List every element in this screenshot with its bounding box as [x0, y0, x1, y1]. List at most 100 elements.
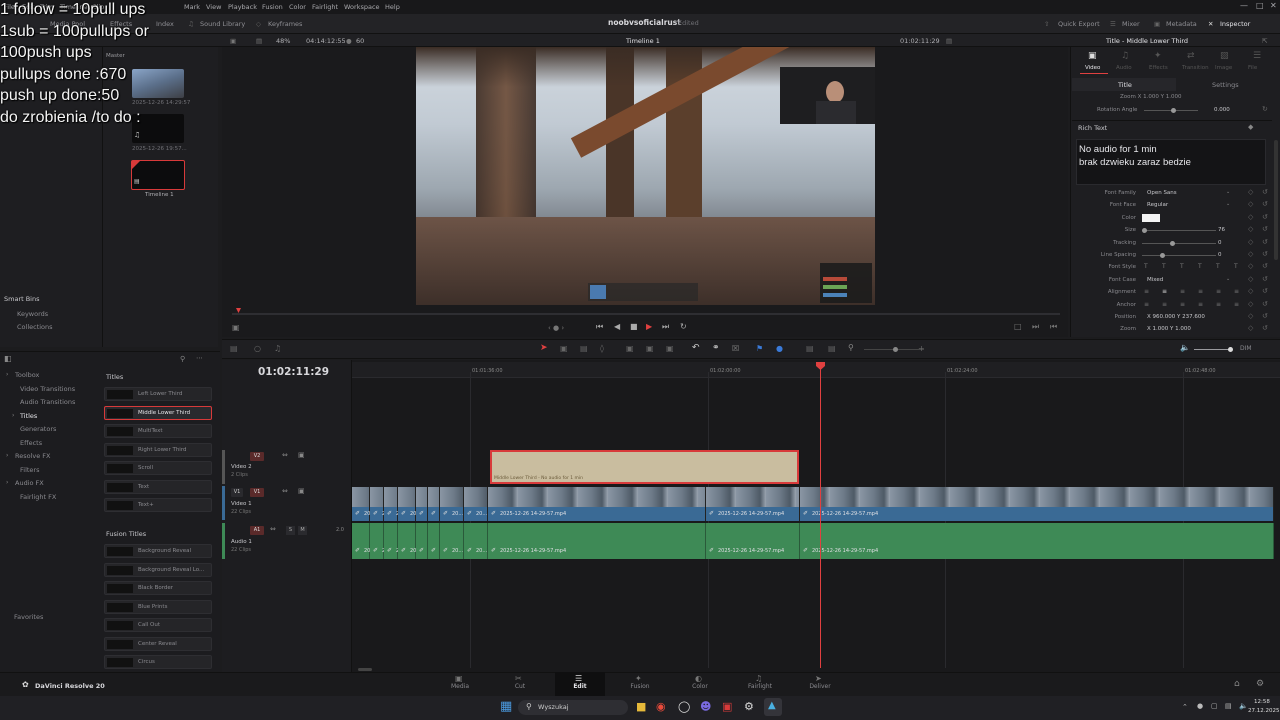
property-value[interactable]: Mixed	[1147, 277, 1163, 283]
settings-subtab[interactable]: Settings	[1212, 81, 1239, 89]
overwrite-clip-icon[interactable]: ▣	[646, 344, 654, 353]
format-option-icon[interactable]: ≡	[1234, 288, 1239, 295]
marker-icon[interactable]: ●	[776, 344, 783, 353]
view-options-icon[interactable]: ○	[254, 344, 261, 353]
fusion-title-item[interactable]: Call Out	[104, 618, 212, 632]
format-option-icon[interactable]: T	[1162, 263, 1166, 270]
audio-clip[interactable]: ✐20...	[398, 523, 421, 559]
format-option-icon[interactable]: ≡	[1162, 288, 1167, 295]
fusion-title-item[interactable]: Background Reveal	[104, 544, 212, 558]
page-tab-fusion[interactable]: Fusion	[615, 683, 665, 690]
mic-icon[interactable]: ●	[1197, 702, 1203, 710]
home-icon[interactable]: ⌂	[1234, 679, 1240, 689]
page-tab-cut[interactable]: Cut	[495, 683, 545, 690]
format-option-icon[interactable]: T	[1216, 263, 1220, 270]
video-clip[interactable]: ✐20...	[398, 487, 421, 521]
toolbox-item[interactable]: Video Transitions	[20, 385, 75, 393]
keyframe-icon[interactable]: ◇	[1248, 262, 1253, 270]
toolbox-item[interactable]: Titles	[20, 412, 37, 420]
format-option-icon[interactable]: ≡	[1144, 301, 1149, 308]
project-settings-icon[interactable]: ⚙	[1256, 679, 1264, 689]
keyframe-icon[interactable]: ◇	[1248, 275, 1253, 283]
format-option-icon[interactable]: ≡	[1198, 301, 1203, 308]
video-clip[interactable]: ✐ 2025-12-26 14-29-57.mp4	[488, 487, 706, 521]
menu-color[interactable]: Color	[289, 3, 306, 11]
loop-icon[interactable]: ↻	[680, 322, 687, 331]
solo-button[interactable]: S	[286, 526, 295, 535]
zoom-slider-handle[interactable]	[893, 347, 898, 352]
track-name[interactable]: Video 2	[231, 464, 252, 470]
menu-view[interactable]: View	[206, 3, 221, 11]
toolbox-item[interactable]: Effects	[20, 439, 42, 447]
position-lock-icon[interactable]: ☒	[732, 344, 739, 353]
audio-clip[interactable]: ✐20...	[352, 523, 375, 559]
replace-clip-icon[interactable]: ▣	[666, 344, 674, 353]
stop-icon[interactable]: ■	[630, 322, 638, 331]
format-option-icon[interactable]: ≡	[1234, 301, 1239, 308]
language-icon[interactable]: ▢	[1211, 702, 1218, 710]
toolbox-item[interactable]: Audio Transitions	[20, 398, 75, 406]
menu-playback[interactable]: Playback	[228, 3, 257, 11]
format-option-icon[interactable]: ≡	[1144, 288, 1149, 295]
track-id-badge[interactable]: V2	[250, 452, 264, 461]
reset-icon[interactable]: ↺	[1262, 188, 1268, 196]
format-option-icon[interactable]: ≡	[1162, 301, 1167, 308]
close-icon[interactable]: ✕	[1270, 1, 1277, 10]
chevron-right-icon[interactable]: ›	[6, 371, 8, 378]
video-clip[interactable]: ✐20...	[464, 487, 488, 521]
dim-button[interactable]: DIM	[1240, 345, 1252, 352]
volume-icon[interactable]: 🔈	[1239, 702, 1248, 710]
prev-edit-icon[interactable]: ⏮	[1050, 322, 1057, 332]
slider-handle[interactable]	[1160, 253, 1165, 258]
zoom-level[interactable]: 48%	[276, 37, 290, 45]
reset-icon[interactable]: ↺	[1262, 287, 1268, 295]
keyframe-icon[interactable]: ◇	[1248, 188, 1253, 196]
keyframe-icon[interactable]: ◇	[1248, 287, 1253, 295]
property-value[interactable]: 0	[1218, 240, 1222, 246]
speaker-icon[interactable]: 🔈	[1180, 343, 1190, 352]
property-value[interactable]: 0	[1218, 252, 1222, 258]
track-view-icon[interactable]: ▣	[298, 451, 305, 459]
page-tab-color[interactable]: Color	[675, 683, 725, 690]
video-clip[interactable]: ✐ 2025-12-26 14-29-57.mp4	[706, 487, 800, 521]
sound-library-tab[interactable]: Sound Library	[200, 20, 245, 28]
quick-export-button[interactable]: Quick Export	[1058, 20, 1100, 28]
track-name[interactable]: Audio 1	[231, 539, 252, 545]
slider-handle[interactable]	[1170, 240, 1175, 246]
trim-tool-icon[interactable]: ▣	[560, 344, 568, 353]
snapping-icon[interactable]: ↶	[692, 343, 700, 353]
chevron-right-icon[interactable]: ›	[6, 479, 8, 486]
reset-icon[interactable]: ↺	[1262, 225, 1268, 233]
audio-clip[interactable]: ✐20...	[370, 523, 393, 559]
timeline-playhead[interactable]	[820, 362, 821, 668]
toolbox-item[interactable]: Filters	[20, 466, 39, 474]
go-to-end-icon[interactable]: ⏭	[662, 322, 669, 332]
audio-clip[interactable]: ✐ 2025-12-26 14-29-57.mp4	[488, 523, 706, 559]
video-clip[interactable]: ✐20...	[416, 487, 439, 521]
resolve-taskbar-icon[interactable]: ▲	[764, 698, 782, 716]
video-clip[interactable]: ✐20...	[384, 487, 407, 521]
reset-icon[interactable]: ↺	[1262, 238, 1268, 246]
audio-clip[interactable]: ✐20...	[416, 523, 439, 559]
title-template-item[interactable]: Right Lower Third	[104, 442, 212, 457]
mute-button[interactable]: M	[298, 526, 307, 535]
keyframe-icon[interactable]: ◇	[1248, 213, 1253, 221]
taskbar-search[interactable]: ⚲ Wyszukaj	[518, 700, 628, 715]
play-icon[interactable]: ▶	[646, 322, 652, 331]
keyframes-tab[interactable]: Keyframes	[268, 20, 302, 28]
menu-mark[interactable]: Mark	[184, 3, 200, 11]
clip-thumbnail[interactable]	[132, 69, 184, 98]
rotation-value[interactable]: 0.000	[1214, 107, 1230, 113]
fusion-title-item[interactable]: Center Reveal	[104, 636, 212, 651]
track-id-badge[interactable]: V1	[250, 488, 264, 497]
video-clip[interactable]: ✐20...	[352, 487, 375, 521]
reset-icon[interactable]: ↺	[1262, 300, 1268, 308]
inspector-scrollbar[interactable]	[1274, 140, 1278, 260]
keyframe-icon[interactable]: ◇	[1248, 238, 1253, 246]
inspector-tab-video[interactable]: Video	[1085, 65, 1100, 71]
format-option-icon[interactable]: ≡	[1198, 288, 1203, 295]
title-template-item[interactable]: Text	[104, 479, 212, 494]
chevron-right-icon[interactable]: ›	[6, 452, 8, 459]
title-template-item[interactable]: Text+	[104, 498, 212, 512]
fusion-title-item[interactable]: Black Border	[104, 581, 212, 595]
